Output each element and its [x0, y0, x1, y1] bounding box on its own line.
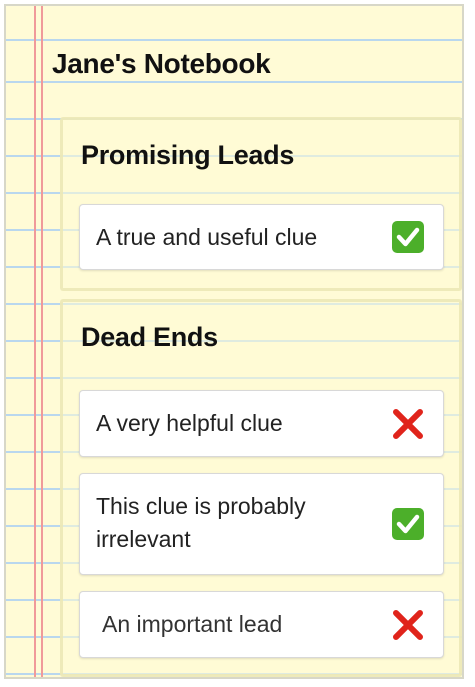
cross-icon — [393, 408, 423, 439]
cross-icon — [393, 609, 423, 640]
section-title: Dead Ends — [81, 322, 218, 352]
section-dead-ends: Dead Ends A very helpful clue This clue … — [60, 299, 462, 677]
clue-text: A very helpful clue — [96, 410, 283, 436]
clue-card[interactable]: A true and useful clue — [79, 204, 444, 270]
clue-text: An important lead — [102, 611, 283, 637]
clue-card[interactable]: This clue is probably irrelevant — [79, 473, 444, 575]
margin-line-left — [34, 6, 36, 677]
clue-text: A true and useful clue — [96, 224, 318, 250]
clue-text: This clue is probably irrelevant — [96, 493, 306, 552]
section-title: Promising Leads — [81, 140, 295, 170]
notebook-page: Jane's Notebook Promising Leads A true a… — [4, 4, 464, 679]
notebook-title: Jane's Notebook — [52, 48, 271, 79]
clue-card[interactable]: A very helpful clue — [79, 390, 444, 457]
check-icon — [392, 221, 424, 253]
margin-line-right — [41, 6, 43, 677]
section-promising-leads: Promising Leads A true and useful clue — [60, 117, 462, 291]
clue-card[interactable]: An important lead — [79, 591, 444, 658]
check-icon — [392, 508, 424, 540]
